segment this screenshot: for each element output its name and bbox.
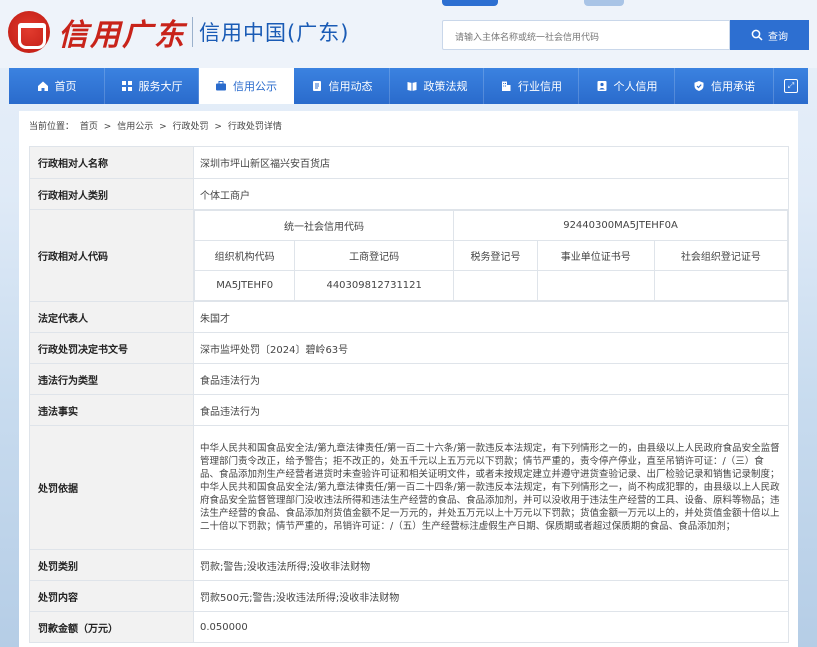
uscc-label: 统一社会信用代码 xyxy=(194,210,454,241)
shield-icon xyxy=(694,81,704,91)
expand-icon: ⤢ xyxy=(784,79,798,93)
nav-item-personal-credit[interactable]: 个人信用 xyxy=(579,68,675,104)
grid-icon xyxy=(121,81,132,91)
penalty-content-value: 罚款500元;警告;没收违法所得;没收非法财物 xyxy=(193,580,789,612)
nav-item-label: 服务大厅 xyxy=(138,80,183,93)
nav-item-label: 行业信用 xyxy=(518,80,562,93)
penalty-detail-table: 行政相对人名称 深圳市坪山新区福兴安百货店 行政相对人类别 个体工商户 行政相对… xyxy=(29,146,789,643)
business-reg-value: 440309812731121 xyxy=(294,270,454,301)
violation-type-value: 食品违法行为 xyxy=(193,363,789,395)
main-nav: 首页 服务大厅 信用公示 信用动态 政策法规 行业信用 个人信用 信用承诺 ⤢ xyxy=(9,68,808,104)
uscc-value: 92440300MA5JTEHF0A xyxy=(453,210,788,241)
table-row: 违法事实 食品违法行为 xyxy=(29,394,789,426)
violation-facts-value: 食品违法行为 xyxy=(193,394,789,426)
nav-item-label: 首页 xyxy=(54,80,77,93)
building-icon xyxy=(502,81,511,91)
book-icon xyxy=(407,82,416,91)
table-row: 罚款金额（万元） 0.050000 xyxy=(29,611,789,643)
breadcrumb-admin-penalty[interactable]: 行政处罚 xyxy=(173,122,209,132)
penalty-category-value: 罚款;警告;没收违法所得;没收非法财物 xyxy=(193,549,789,581)
breadcrumb-separator: > xyxy=(159,122,167,132)
public-institution-value xyxy=(536,270,655,301)
penalty-category-label: 处罚类别 xyxy=(29,549,194,581)
search-button[interactable]: 查询 xyxy=(730,20,809,50)
fine-amount-label: 罚款金额（万元） xyxy=(29,611,194,643)
subject-code-subtable: 统一社会信用代码 92440300MA5JTEHF0A 组织机构代码 工商登记码… xyxy=(193,210,789,301)
nav-item-credit-publicity[interactable]: 信用公示 xyxy=(199,68,294,104)
logo-script-text: 信用广东 xyxy=(58,18,186,53)
org-code-value: MA5JTEHF0 xyxy=(193,270,296,301)
legal-rep-value: 朱国才 xyxy=(193,301,789,333)
tax-reg-value xyxy=(453,270,538,301)
breadcrumb-credit-publicity[interactable]: 信用公示 xyxy=(117,122,153,132)
document-icon xyxy=(312,81,321,91)
public-institution-header: 事业单位证书号 xyxy=(536,240,655,271)
top-tab-indicator-secondary[interactable] xyxy=(584,0,624,6)
site-logo[interactable]: 信用广东 信用中国(广东) xyxy=(8,10,349,54)
social-org-value xyxy=(653,270,789,301)
subject-code-cell: 统一社会信用代码 92440300MA5JTEHF0A 组织机构代码 工商登记码… xyxy=(193,209,789,302)
table-row: 违法行为类型 食品违法行为 xyxy=(29,363,789,395)
table-row: 处罚依据 中华人民共和国食品安全法/第九章法律责任/第一百二十六条/第一款违反本… xyxy=(29,425,789,550)
search-icon xyxy=(751,29,763,41)
decision-no-label: 行政处罚决定书文号 xyxy=(29,332,194,364)
tax-reg-header: 税务登记号 xyxy=(453,240,538,271)
content-panel: 当前位置： 首页 > 信用公示 > 行政处罚 > 行政处罚详情 行政相对人名称 … xyxy=(19,111,798,647)
table-row: 行政相对人名称 深圳市坪山新区福兴安百货店 xyxy=(29,146,789,179)
business-reg-header: 工商登记码 xyxy=(294,240,454,271)
site-title: 信用中国(广东) xyxy=(199,21,350,45)
top-tab-indicator[interactable] xyxy=(442,0,498,6)
table-row: 行政相对人类别 个体工商户 xyxy=(29,178,789,210)
top-tab-strip xyxy=(442,0,624,6)
decision-no-value: 深市监坪处罚〔2024〕碧岭63号 xyxy=(193,332,789,364)
search-button-label: 查询 xyxy=(768,31,788,43)
nav-item-home[interactable]: 首页 xyxy=(9,68,105,104)
briefcase-icon xyxy=(216,81,226,91)
table-row: 处罚类别 罚款;警告;没收违法所得;没收非法财物 xyxy=(29,549,789,581)
violation-type-label: 违法行为类型 xyxy=(29,363,194,395)
breadcrumb: 当前位置： 首页 > 信用公示 > 行政处罚 > 行政处罚详情 xyxy=(29,119,285,132)
basis-label: 处罚依据 xyxy=(29,425,194,550)
fine-amount-value: 0.050000 xyxy=(193,611,789,643)
violation-facts-label: 违法事实 xyxy=(29,394,194,426)
breadcrumb-separator: > xyxy=(214,122,222,132)
penalty-content-label: 处罚内容 xyxy=(29,580,194,612)
nav-item-credit-news[interactable]: 信用动态 xyxy=(294,68,390,104)
home-icon xyxy=(37,81,48,91)
nav-item-industry-credit[interactable]: 行业信用 xyxy=(484,68,579,104)
breadcrumb-current: 行政处罚详情 xyxy=(227,122,282,132)
person-icon xyxy=(597,81,606,91)
table-row: 行政相对人代码 统一社会信用代码 92440300MA5JTEHF0A 组织机构… xyxy=(29,209,789,302)
nav-item-credit-commitment[interactable]: 信用承诺 xyxy=(675,68,774,104)
logo-divider xyxy=(192,17,193,47)
basis-value: 中华人民共和国食品安全法/第九章法律责任/第一百二十六条/第一款违反本法规定，有… xyxy=(193,425,789,550)
legal-rep-label: 法定代表人 xyxy=(29,301,194,333)
subject-name-value: 深圳市坪山新区福兴安百货店 xyxy=(193,146,789,179)
subject-code-label: 行政相对人代码 xyxy=(29,209,194,302)
table-row: 法定代表人 朱国才 xyxy=(29,301,789,333)
expand-button[interactable]: ⤢ xyxy=(774,68,808,104)
credit-guangdong-emblem-icon xyxy=(8,11,50,53)
search-input[interactable]: 请输入主体名称或统一社会信用代码 xyxy=(442,20,730,50)
nav-item-policies[interactable]: 政策法规 xyxy=(390,68,484,104)
nav-item-label: 信用承诺 xyxy=(711,80,755,93)
breadcrumb-separator: > xyxy=(103,122,112,132)
nav-item-label: 信用公示 xyxy=(233,80,277,93)
subject-type-label: 行政相对人类别 xyxy=(29,178,194,210)
nav-item-label: 信用动态 xyxy=(328,80,373,93)
nav-item-label: 个人信用 xyxy=(613,80,658,93)
nav-item-service-hall[interactable]: 服务大厅 xyxy=(105,68,199,104)
org-code-header: 组织机构代码 xyxy=(193,240,296,271)
nav-item-label: 政策法规 xyxy=(423,80,468,93)
table-row: 行政处罚决定书文号 深市监坪处罚〔2024〕碧岭63号 xyxy=(29,332,789,364)
social-org-header: 社会组织登记证号 xyxy=(653,240,789,271)
subject-name-label: 行政相对人名称 xyxy=(29,146,194,179)
breadcrumb-prefix: 当前位置： xyxy=(29,122,75,132)
breadcrumb-home[interactable]: 首页 xyxy=(80,122,98,132)
subject-type-value: 个体工商户 xyxy=(193,178,789,210)
table-row: 处罚内容 罚款500元;警告;没收违法所得;没收非法财物 xyxy=(29,580,789,612)
